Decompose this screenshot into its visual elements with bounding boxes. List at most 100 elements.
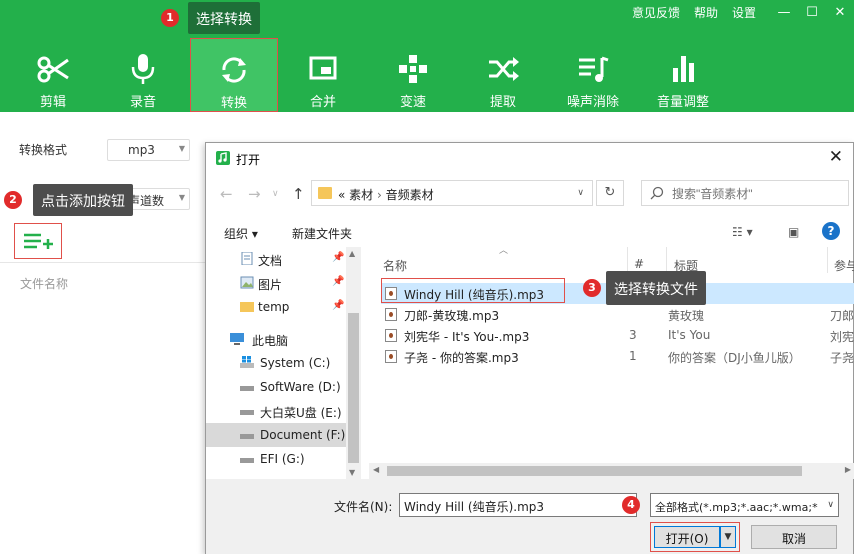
organize-button[interactable]: 组织 ▾	[224, 225, 258, 242]
add-list-icon	[24, 233, 53, 249]
command-bar: 组织 ▾ 新建文件夹 ☷ ▾ ▣ ?	[206, 219, 853, 245]
address-part[interactable]: 素材	[349, 188, 373, 202]
scrollbar-thumb[interactable]	[348, 313, 359, 463]
tool-label: 提取	[489, 95, 516, 110]
scrollbar-thumb[interactable]	[387, 466, 802, 476]
view-options-icon[interactable]: ☷ ▾	[732, 225, 753, 239]
step-badge: 3	[583, 279, 601, 297]
file-title: 黄玫瑰	[668, 309, 705, 323]
app-header: 意见反馈 帮助 设置 — ☐ ✕ 剪辑 录音 转换 合并 变速 提取 噪声消除 …	[0, 0, 854, 112]
file-number: 1	[629, 349, 637, 363]
tool-convert[interactable]: 转换	[190, 38, 278, 112]
forward-arrow-icon[interactable]: →	[248, 185, 261, 203]
tool-extract[interactable]: 提取	[458, 38, 548, 112]
tree-item-documents[interactable]: 文档 📌	[206, 247, 346, 271]
format-label: 转换格式	[19, 143, 68, 157]
open-button[interactable]: 打开(O)	[654, 526, 720, 548]
tree-item-this-pc[interactable]: 此电脑	[206, 327, 346, 351]
tree-item-drive-g[interactable]: EFI (G:)	[206, 447, 346, 471]
tree-item-drive-d[interactable]: SoftWare (D:)	[206, 375, 346, 399]
tool-label: 录音	[129, 95, 156, 110]
tree-label: temp	[258, 300, 290, 314]
column-separator	[666, 247, 667, 273]
file-list-hscrollbar[interactable]: ◀ ▶	[369, 463, 854, 479]
refresh-icon: ↻	[604, 185, 616, 200]
back-arrow-icon[interactable]: ←	[220, 185, 233, 203]
tree-item-temp[interactable]: temp 📌	[206, 295, 346, 319]
tool-label: 转换	[220, 96, 247, 111]
search-box[interactable]	[641, 180, 849, 206]
drive-icon	[240, 434, 254, 439]
file-row[interactable]: 刘宪华 - It's You-.mp3 3 It's You 刘宪	[381, 325, 854, 346]
history-chevron-icon[interactable]: ∨	[272, 189, 279, 199]
scroll-right-icon[interactable]: ▶	[845, 465, 851, 474]
open-dropdown-button[interactable]: ▼	[720, 526, 736, 548]
filter-value: 全部格式(*.mp3;*.aac;*.wma;*	[655, 501, 818, 514]
scroll-left-icon[interactable]: ◀	[373, 465, 379, 474]
tool-speed[interactable]: 变速	[368, 38, 458, 112]
column-header-name[interactable]: 名称	[383, 257, 407, 274]
tree-label: 文档	[258, 254, 283, 268]
column-header-artist[interactable]: 参与	[834, 257, 854, 274]
chevron-down-icon[interactable]: ∨	[577, 188, 584, 198]
computer-icon	[230, 333, 244, 345]
step-badge: 2	[4, 191, 22, 209]
music-note-icon	[216, 151, 230, 165]
file-title: It's You	[668, 328, 711, 342]
filename-input[interactable]: Windy Hill (纯音乐).mp3	[399, 493, 637, 517]
help-link[interactable]: 帮助	[694, 4, 718, 21]
dialog-close-icon[interactable]: ✕	[829, 147, 843, 167]
app-window: 意见反馈 帮助 设置 — ☐ ✕ 剪辑 录音 转换 合并 变速 提取 噪声消除 …	[0, 0, 854, 554]
new-folder-button[interactable]: 新建文件夹	[292, 225, 352, 242]
address-bar[interactable]: « 素材 › 音频素材 ∨	[311, 180, 593, 206]
audio-file-icon	[385, 350, 397, 363]
document-icon	[241, 252, 253, 265]
tool-record[interactable]: 录音	[98, 38, 188, 112]
help-icon[interactable]: ?	[822, 222, 840, 240]
tree-item-pictures[interactable]: 图片 📌	[206, 271, 346, 295]
file-row[interactable]: 子尧 - 你的答案.mp3 1 你的答案（DJ小鱼儿版） 子尧	[381, 346, 854, 367]
feedback-link[interactable]: 意见反馈	[632, 4, 680, 21]
tool-label: 噪声消除	[566, 95, 619, 110]
drive-icon	[240, 458, 254, 463]
file-row[interactable]: 刀郎-黄玫瑰.mp3 黄玫瑰 刀郎	[381, 304, 854, 325]
file-artist: 刀郎	[830, 309, 854, 323]
settings-link[interactable]: 设置	[732, 4, 756, 21]
column-header-number[interactable]: #	[634, 257, 644, 271]
chevron-down-icon: ▼	[178, 144, 185, 153]
up-arrow-icon[interactable]: ↑	[292, 185, 305, 203]
tree-scrollbar[interactable]: ▲ ▼	[346, 247, 361, 479]
tree-item-drive-f[interactable]: Document (F:)	[206, 423, 346, 447]
tool-cut[interactable]: 剪辑	[8, 38, 98, 112]
tree-item-drive-e[interactable]: 大白菜U盘 (E:)	[206, 399, 346, 423]
scissors-icon	[37, 56, 69, 83]
navigation-bar: ← → ∨ ↑ « 素材 › 音频素材 ∨ ↻	[206, 176, 853, 212]
search-input[interactable]	[672, 185, 842, 203]
tree-item-drive-c[interactable]: System (C:)	[206, 351, 346, 375]
refresh-button[interactable]: ↻	[596, 180, 624, 206]
format-select[interactable]: mp3 ▼	[107, 139, 190, 161]
scroll-up-icon[interactable]: ▲	[349, 249, 355, 258]
tree-label: System (C:)	[260, 356, 331, 370]
pin-icon: 📌	[332, 276, 345, 287]
file-type-filter[interactable]: 全部格式(*.mp3;*.aac;*.wma;* ∨	[650, 493, 839, 517]
tree-label: 大白菜U盘 (E:)	[260, 406, 342, 420]
step-tooltip: 选择转换	[188, 2, 260, 34]
preview-pane-icon[interactable]: ▣	[788, 225, 799, 239]
scroll-down-icon[interactable]: ▼	[349, 468, 355, 477]
noise-icon	[579, 56, 609, 82]
tool-volume[interactable]: 音量调整	[638, 38, 728, 112]
maximize-button[interactable]: ☐	[798, 5, 826, 20]
folder-icon	[318, 187, 332, 199]
address-part[interactable]: 音频素材	[386, 188, 434, 202]
file-name: 刘宪华 - It's You-.mp3	[404, 330, 530, 344]
caret-down-icon: ▼	[724, 532, 732, 542]
cancel-button[interactable]: 取消	[751, 525, 837, 549]
close-button[interactable]: ✕	[826, 5, 854, 20]
file-name: 刀郎-黄玫瑰.mp3	[404, 309, 500, 323]
tool-merge[interactable]: 合并	[278, 38, 368, 112]
tool-noise-removal[interactable]: 噪声消除	[548, 38, 638, 112]
add-file-button[interactable]	[14, 223, 62, 259]
minimize-button[interactable]: —	[770, 5, 798, 20]
tree-label: Document (F:)	[260, 428, 346, 442]
